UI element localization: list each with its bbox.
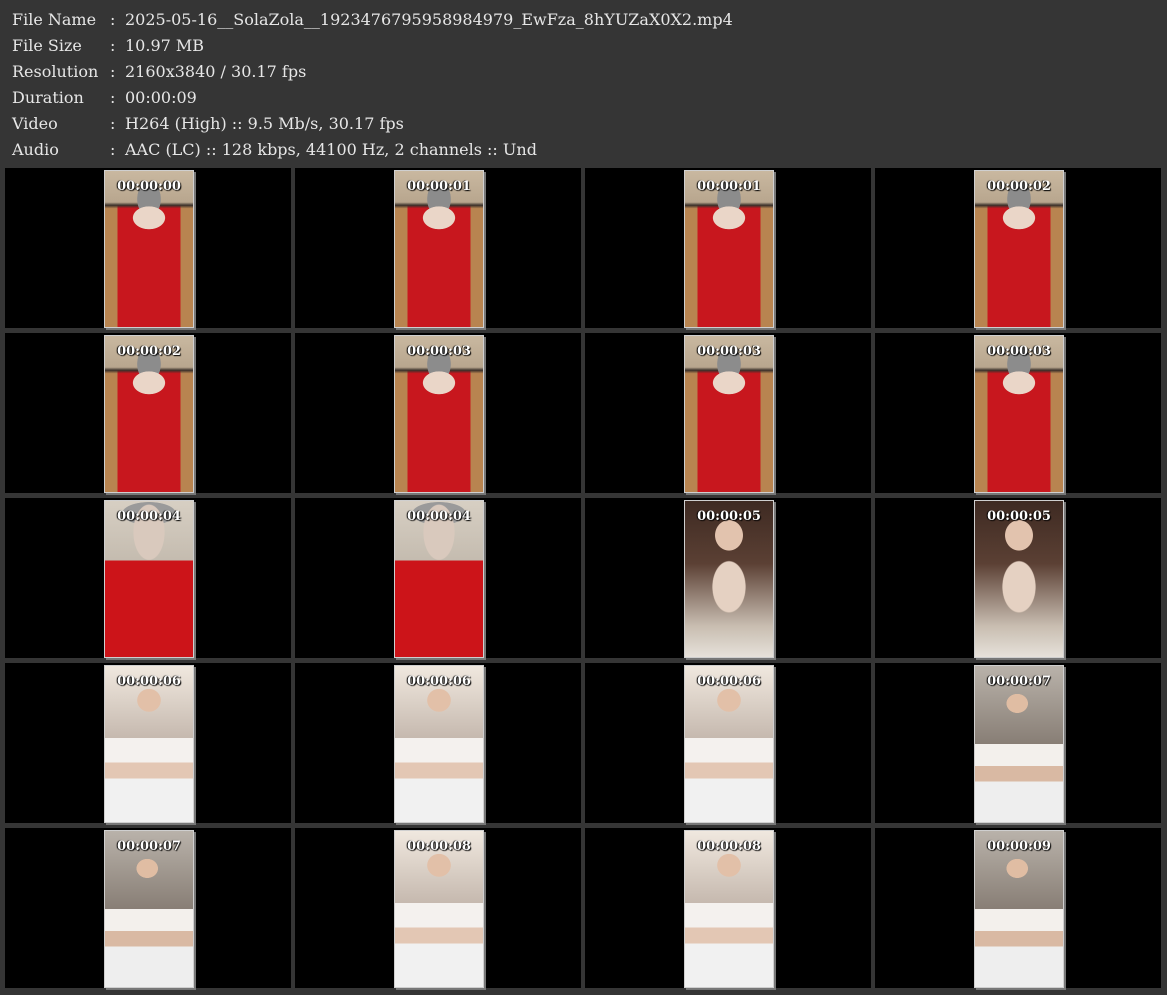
thumbnail-grid: 00:00:00 00:00:01 00:00:01 00:00:02 00:00:02… bbox=[5, 168, 1165, 995]
video-frame-thumbnail: 00:00:05 bbox=[684, 500, 774, 658]
video-frame-thumbnail: 00:00:03 bbox=[974, 335, 1064, 493]
duration-label: Duration bbox=[12, 88, 84, 107]
frame-timestamp: 00:00:00 bbox=[117, 179, 181, 194]
audio-value: AAC (LC) :: 128 kbps, 44100 Hz, 2 channe… bbox=[125, 140, 537, 159]
video-label: Video bbox=[12, 114, 58, 133]
thumbnail-cell: 00:00:01 bbox=[295, 168, 581, 328]
thumbnail-cell: 00:00:08 bbox=[295, 828, 581, 988]
thumbnail-cell: 00:00:05 bbox=[585, 498, 871, 658]
thumbnail-cell: 00:00:04 bbox=[295, 498, 581, 658]
separator: : bbox=[110, 62, 116, 81]
video-frame-thumbnail: 00:00:08 bbox=[684, 830, 774, 988]
thumbnail-cell: 00:00:07 bbox=[5, 828, 291, 988]
audio-label: Audio bbox=[12, 140, 59, 159]
frame-timestamp: 00:00:07 bbox=[987, 674, 1051, 689]
video-frame-thumbnail: 00:00:07 bbox=[104, 830, 194, 988]
thumbnail-cell: 00:00:02 bbox=[875, 168, 1161, 328]
file-size-label: File Size bbox=[12, 36, 82, 55]
separator: : bbox=[110, 10, 116, 29]
frame-timestamp: 00:00:05 bbox=[987, 509, 1051, 524]
resolution-label: Resolution bbox=[12, 62, 99, 81]
file-info-header: File Name : 2025-05-16__SolaZola__192347… bbox=[0, 0, 1167, 168]
file-name-value: 2025-05-16__SolaZola__192347679595898497… bbox=[125, 10, 733, 29]
thumbnail-cell: 00:00:09 bbox=[875, 828, 1161, 988]
video-frame-thumbnail: 00:00:08 bbox=[394, 830, 484, 988]
frame-timestamp: 00:00:08 bbox=[697, 839, 761, 854]
video-frame-thumbnail: 00:00:06 bbox=[394, 665, 484, 823]
thumbnail-cell: 00:00:04 bbox=[5, 498, 291, 658]
video-frame-thumbnail: 00:00:01 bbox=[394, 170, 484, 328]
frame-timestamp: 00:00:01 bbox=[697, 179, 761, 194]
frame-timestamp: 00:00:04 bbox=[117, 509, 181, 524]
video-frame-thumbnail: 00:00:02 bbox=[104, 335, 194, 493]
frame-timestamp: 00:00:06 bbox=[697, 674, 761, 689]
frame-timestamp: 00:00:02 bbox=[987, 179, 1051, 194]
separator: : bbox=[110, 114, 116, 133]
frame-timestamp: 00:00:03 bbox=[407, 344, 471, 359]
thumbnail-cell: 00:00:02 bbox=[5, 333, 291, 493]
thumbnail-cell: 00:00:06 bbox=[585, 663, 871, 823]
thumbnail-cell: 00:00:08 bbox=[585, 828, 871, 988]
video-frame-thumbnail: 00:00:09 bbox=[974, 830, 1064, 988]
frame-timestamp: 00:00:02 bbox=[117, 344, 181, 359]
thumbnail-cell: 00:00:01 bbox=[585, 168, 871, 328]
video-frame-thumbnail: 00:00:04 bbox=[394, 500, 484, 658]
frame-timestamp: 00:00:04 bbox=[407, 509, 471, 524]
frame-timestamp: 00:00:08 bbox=[407, 839, 471, 854]
video-frame-thumbnail: 00:00:03 bbox=[684, 335, 774, 493]
video-frame-thumbnail: 00:00:02 bbox=[974, 170, 1064, 328]
video-frame-thumbnail: 00:00:00 bbox=[104, 170, 194, 328]
file-name-label: File Name bbox=[12, 10, 97, 29]
frame-timestamp: 00:00:05 bbox=[697, 509, 761, 524]
thumbnail-cell: 00:00:03 bbox=[585, 333, 871, 493]
video-frame-thumbnail: 00:00:01 bbox=[684, 170, 774, 328]
frame-timestamp: 00:00:09 bbox=[987, 839, 1051, 854]
separator: : bbox=[110, 36, 116, 55]
frame-timestamp: 00:00:06 bbox=[117, 674, 181, 689]
thumbnail-cell: 00:00:03 bbox=[295, 333, 581, 493]
frame-timestamp: 00:00:07 bbox=[117, 839, 181, 854]
video-frame-thumbnail: 00:00:06 bbox=[104, 665, 194, 823]
thumbnail-cell: 00:00:05 bbox=[875, 498, 1161, 658]
thumbnail-cell: 00:00:06 bbox=[5, 663, 291, 823]
frame-timestamp: 00:00:03 bbox=[987, 344, 1051, 359]
video-frame-thumbnail: 00:00:04 bbox=[104, 500, 194, 658]
separator: : bbox=[110, 140, 116, 159]
duration-value: 00:00:09 bbox=[125, 88, 197, 107]
thumbnail-cell: 00:00:07 bbox=[875, 663, 1161, 823]
thumbnail-cell: 00:00:00 bbox=[5, 168, 291, 328]
thumbnail-cell: 00:00:06 bbox=[295, 663, 581, 823]
resolution-value: 2160x3840 / 30.17 fps bbox=[125, 62, 307, 81]
frame-timestamp: 00:00:01 bbox=[407, 179, 471, 194]
frame-timestamp: 00:00:03 bbox=[697, 344, 761, 359]
video-frame-thumbnail: 00:00:05 bbox=[974, 500, 1064, 658]
file-size-value: 10.97 MB bbox=[125, 36, 205, 55]
frame-timestamp: 00:00:06 bbox=[407, 674, 471, 689]
video-frame-thumbnail: 00:00:07 bbox=[974, 665, 1064, 823]
video-value: H264 (High) :: 9.5 Mb/s, 30.17 fps bbox=[125, 114, 404, 133]
video-frame-thumbnail: 00:00:03 bbox=[394, 335, 484, 493]
video-frame-thumbnail: 00:00:06 bbox=[684, 665, 774, 823]
thumbnail-cell: 00:00:03 bbox=[875, 333, 1161, 493]
separator: : bbox=[110, 88, 116, 107]
